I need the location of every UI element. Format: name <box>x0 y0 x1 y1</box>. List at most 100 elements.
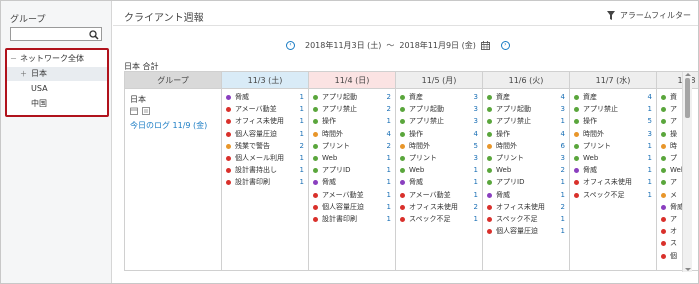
alarm-item-count[interactable]: 1 <box>640 190 652 201</box>
alarm-item-count[interactable]: 1 <box>292 165 304 176</box>
alarm-item-label: Web <box>322 154 338 162</box>
alarm-item-count[interactable]: 2 <box>379 92 391 103</box>
alarm-item[interactable]: 資 <box>661 92 698 103</box>
alarm-item-count[interactable]: 1 <box>292 153 304 164</box>
alarm-item-count[interactable]: 1 <box>466 165 478 176</box>
alarm-item-count[interactable]: 2 <box>553 202 565 213</box>
alarm-item-count[interactable]: 2 <box>379 141 391 152</box>
alarm-item[interactable]: ア <box>661 214 698 225</box>
alarm-item[interactable]: プ <box>661 153 698 164</box>
calendar-icon[interactable] <box>480 40 490 50</box>
alarm-item-label: 資産 <box>583 93 597 101</box>
previous-week-button[interactable]: ‹ <box>286 40 295 50</box>
alarm-item-count[interactable]: 3 <box>466 153 478 164</box>
alarm-item-count[interactable]: 1 <box>553 177 565 188</box>
status-dot-icon <box>574 192 579 198</box>
alarm-item-count[interactable]: 2 <box>379 104 391 115</box>
alarm-item-count[interactable]: 1 <box>292 177 304 188</box>
calendar-icon[interactable] <box>130 107 138 115</box>
alarm-item-count[interactable]: 1 <box>553 226 565 237</box>
alarm-item[interactable]: Web <box>661 165 698 176</box>
alarm-item-count[interactable]: 1 <box>553 190 565 201</box>
tree-item-usa[interactable]: USA <box>7 82 107 96</box>
alarm-item[interactable]: 脅威 <box>661 202 698 213</box>
alarm-item-count[interactable]: 1 <box>379 177 391 188</box>
alarm-item-label: 時間外 <box>322 129 343 138</box>
alarm-item-count[interactable]: 1 <box>292 92 304 103</box>
date-end: 2018年11月9日 (金) <box>399 40 476 50</box>
alarm-item-count[interactable]: 1 <box>379 153 391 164</box>
status-dot-icon <box>661 241 666 247</box>
alarm-item-count[interactable]: 1 <box>466 177 478 188</box>
alarm-item-count[interactable]: 4 <box>553 129 565 140</box>
alarm-item-count[interactable]: 4 <box>553 92 565 103</box>
alarm-item[interactable]: オ <box>661 226 698 237</box>
alarm-item[interactable]: 個 <box>661 251 698 262</box>
alarm-item-count[interactable]: 5 <box>466 141 478 152</box>
alarm-item-label: 個人容量圧迫 <box>496 227 538 236</box>
alarm-item-count[interactable]: 6 <box>553 141 565 152</box>
tree-item-china[interactable]: 中国 <box>7 97 107 111</box>
scroll-up-arrow[interactable] <box>685 73 691 76</box>
alarm-item-label: アメーバ動並 <box>322 190 364 199</box>
alarm-item-label: アプリ禁止 <box>322 105 357 114</box>
alarm-item-count[interactable]: 1 <box>379 214 391 225</box>
page-title: クライアント週報 <box>124 13 204 24</box>
alarm-item-count[interactable]: 1 <box>640 104 652 115</box>
alarm-item[interactable]: ア <box>661 177 698 188</box>
alarm-item-count[interactable]: 1 <box>292 116 304 127</box>
alarm-item-count[interactable]: 3 <box>640 129 652 140</box>
scroll-thumb[interactable] <box>685 78 690 118</box>
alarm-item-count[interactable]: 2 <box>292 141 304 152</box>
report-icon[interactable] <box>142 107 150 115</box>
alarm-item-count[interactable]: 1 <box>466 190 478 201</box>
alarm-item-count[interactable]: 3 <box>466 104 478 115</box>
alarm-item[interactable]: 時 <box>661 141 698 152</box>
alarm-item-label: 個 <box>670 251 677 260</box>
alarm-item-count[interactable]: 1 <box>553 214 565 225</box>
alarm-item[interactable]: 操 <box>661 129 698 140</box>
alarm-item-count[interactable]: 5 <box>640 116 652 127</box>
alarm-item-count[interactable]: 1 <box>640 141 652 152</box>
alarm-item-count[interactable]: 1 <box>640 153 652 164</box>
alarm-item-count[interactable]: 1 <box>466 214 478 225</box>
alarm-item-count[interactable]: 1 <box>379 165 391 176</box>
alarm-item-count[interactable]: 3 <box>553 153 565 164</box>
alarm-item-count[interactable]: 1 <box>640 165 652 176</box>
alarm-item-count[interactable]: 1 <box>379 116 391 127</box>
alarm-filter-button[interactable]: アラームフィルター <box>606 9 691 21</box>
tree-item-network[interactable]: － ネットワーク全体 <box>7 52 107 66</box>
alarm-item-count[interactable]: 3 <box>553 104 565 115</box>
alarm-item-count[interactable]: 3 <box>466 92 478 103</box>
collapse-icon[interactable]: － <box>10 52 17 66</box>
next-week-button[interactable]: › <box>500 40 510 50</box>
alarm-item-label: 設計書印刷 <box>235 178 270 187</box>
alarm-item-count[interactable]: 1 <box>379 202 391 213</box>
alarm-item-count[interactable]: 4 <box>466 129 478 140</box>
tree-item-japan[interactable]: ＋ 日本 <box>7 67 107 81</box>
alarm-item-count[interactable]: 2 <box>553 165 565 176</box>
today-log-link[interactable]: 今日のログ 11/9 (金) <box>130 120 207 131</box>
alarm-item-count[interactable]: 1 <box>292 129 304 140</box>
alarm-item-count[interactable]: 1 <box>379 190 391 201</box>
group-search-input[interactable] <box>10 27 102 41</box>
alarm-item-count[interactable]: 1 <box>640 177 652 188</box>
alarm-item-count[interactable]: 4 <box>640 92 652 103</box>
alarm-item-count[interactable]: 4 <box>379 129 391 140</box>
status-dot-icon <box>574 131 579 137</box>
alarm-item[interactable]: メ <box>661 190 698 201</box>
alarm-item-count[interactable]: 3 <box>466 116 478 127</box>
expand-icon[interactable]: ＋ <box>20 67 27 81</box>
scroll-down-arrow[interactable] <box>685 268 691 271</box>
alarm-item-label: アプリID <box>322 166 351 175</box>
alarm-item-count[interactable]: 1 <box>292 104 304 115</box>
vertical-scrollbar[interactable] <box>682 72 692 272</box>
alarm-item-count[interactable]: 1 <box>553 116 565 127</box>
alarm-item[interactable]: ス <box>661 238 698 249</box>
alarm-item[interactable]: ア <box>661 104 698 115</box>
alarm-item[interactable]: ア <box>661 116 698 127</box>
alarm-item-count[interactable]: 2 <box>466 202 478 213</box>
status-dot-icon <box>313 95 318 100</box>
status-dot-icon <box>400 168 405 174</box>
search-icon[interactable] <box>89 30 99 40</box>
